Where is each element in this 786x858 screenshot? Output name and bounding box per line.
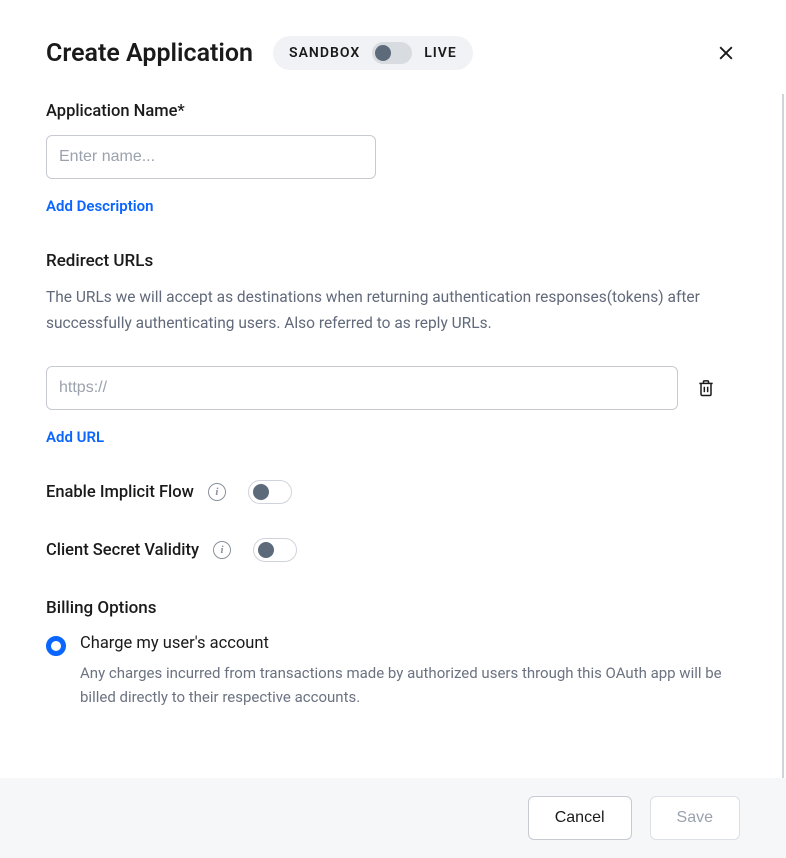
delete-url-button[interactable] <box>696 377 716 399</box>
modal-content: Application Name* Add Description Redire… <box>0 94 784 778</box>
redirect-url-input[interactable] <box>46 366 678 410</box>
trash-icon <box>696 377 716 399</box>
add-url-link[interactable]: Add URL <box>46 428 104 446</box>
billing-option-title: Charge my user's account <box>80 634 736 653</box>
toggle-knob <box>375 45 391 61</box>
toggle-knob <box>258 542 274 558</box>
info-icon[interactable]: i <box>208 483 226 501</box>
modal-header: Create Application SANDBOX LIVE <box>0 0 786 94</box>
billing-heading: Billing Options <box>46 598 736 618</box>
implicit-flow-toggle[interactable] <box>248 480 292 504</box>
toggle-knob <box>253 484 269 500</box>
save-button[interactable]: Save <box>650 796 740 840</box>
redirect-url-row <box>46 366 736 410</box>
billing-option-desc: Any charges incurred from transactions m… <box>80 661 736 709</box>
environment-toggle: SANDBOX LIVE <box>273 36 473 70</box>
radio-content: Charge my user's account Any charges inc… <box>80 634 736 709</box>
app-name-input[interactable] <box>46 135 376 179</box>
redirect-help-text: The URLs we will accept as destinations … <box>46 285 736 336</box>
modal-footer: Cancel Save <box>0 778 786 858</box>
client-secret-label: Client Secret Validity <box>46 541 199 560</box>
app-name-label: Application Name* <box>46 102 736 121</box>
billing-radio-user-account[interactable] <box>46 636 66 656</box>
client-secret-row: Client Secret Validity i <box>46 538 736 562</box>
client-secret-toggle[interactable] <box>253 538 297 562</box>
implicit-flow-row: Enable Implicit Flow i <box>46 480 736 504</box>
redirect-heading: Redirect URLs <box>46 251 736 271</box>
sandbox-label: SANDBOX <box>289 45 360 61</box>
add-description-link[interactable]: Add Description <box>46 197 154 215</box>
live-label: LIVE <box>424 45 457 61</box>
implicit-flow-label: Enable Implicit Flow <box>46 483 194 502</box>
info-icon[interactable]: i <box>213 541 231 559</box>
close-icon <box>716 43 736 63</box>
close-button[interactable] <box>712 39 740 67</box>
env-toggle-switch[interactable] <box>372 42 412 64</box>
page-title: Create Application <box>46 39 253 68</box>
billing-option-row: Charge my user's account Any charges inc… <box>46 634 736 709</box>
cancel-button[interactable]: Cancel <box>528 796 632 840</box>
